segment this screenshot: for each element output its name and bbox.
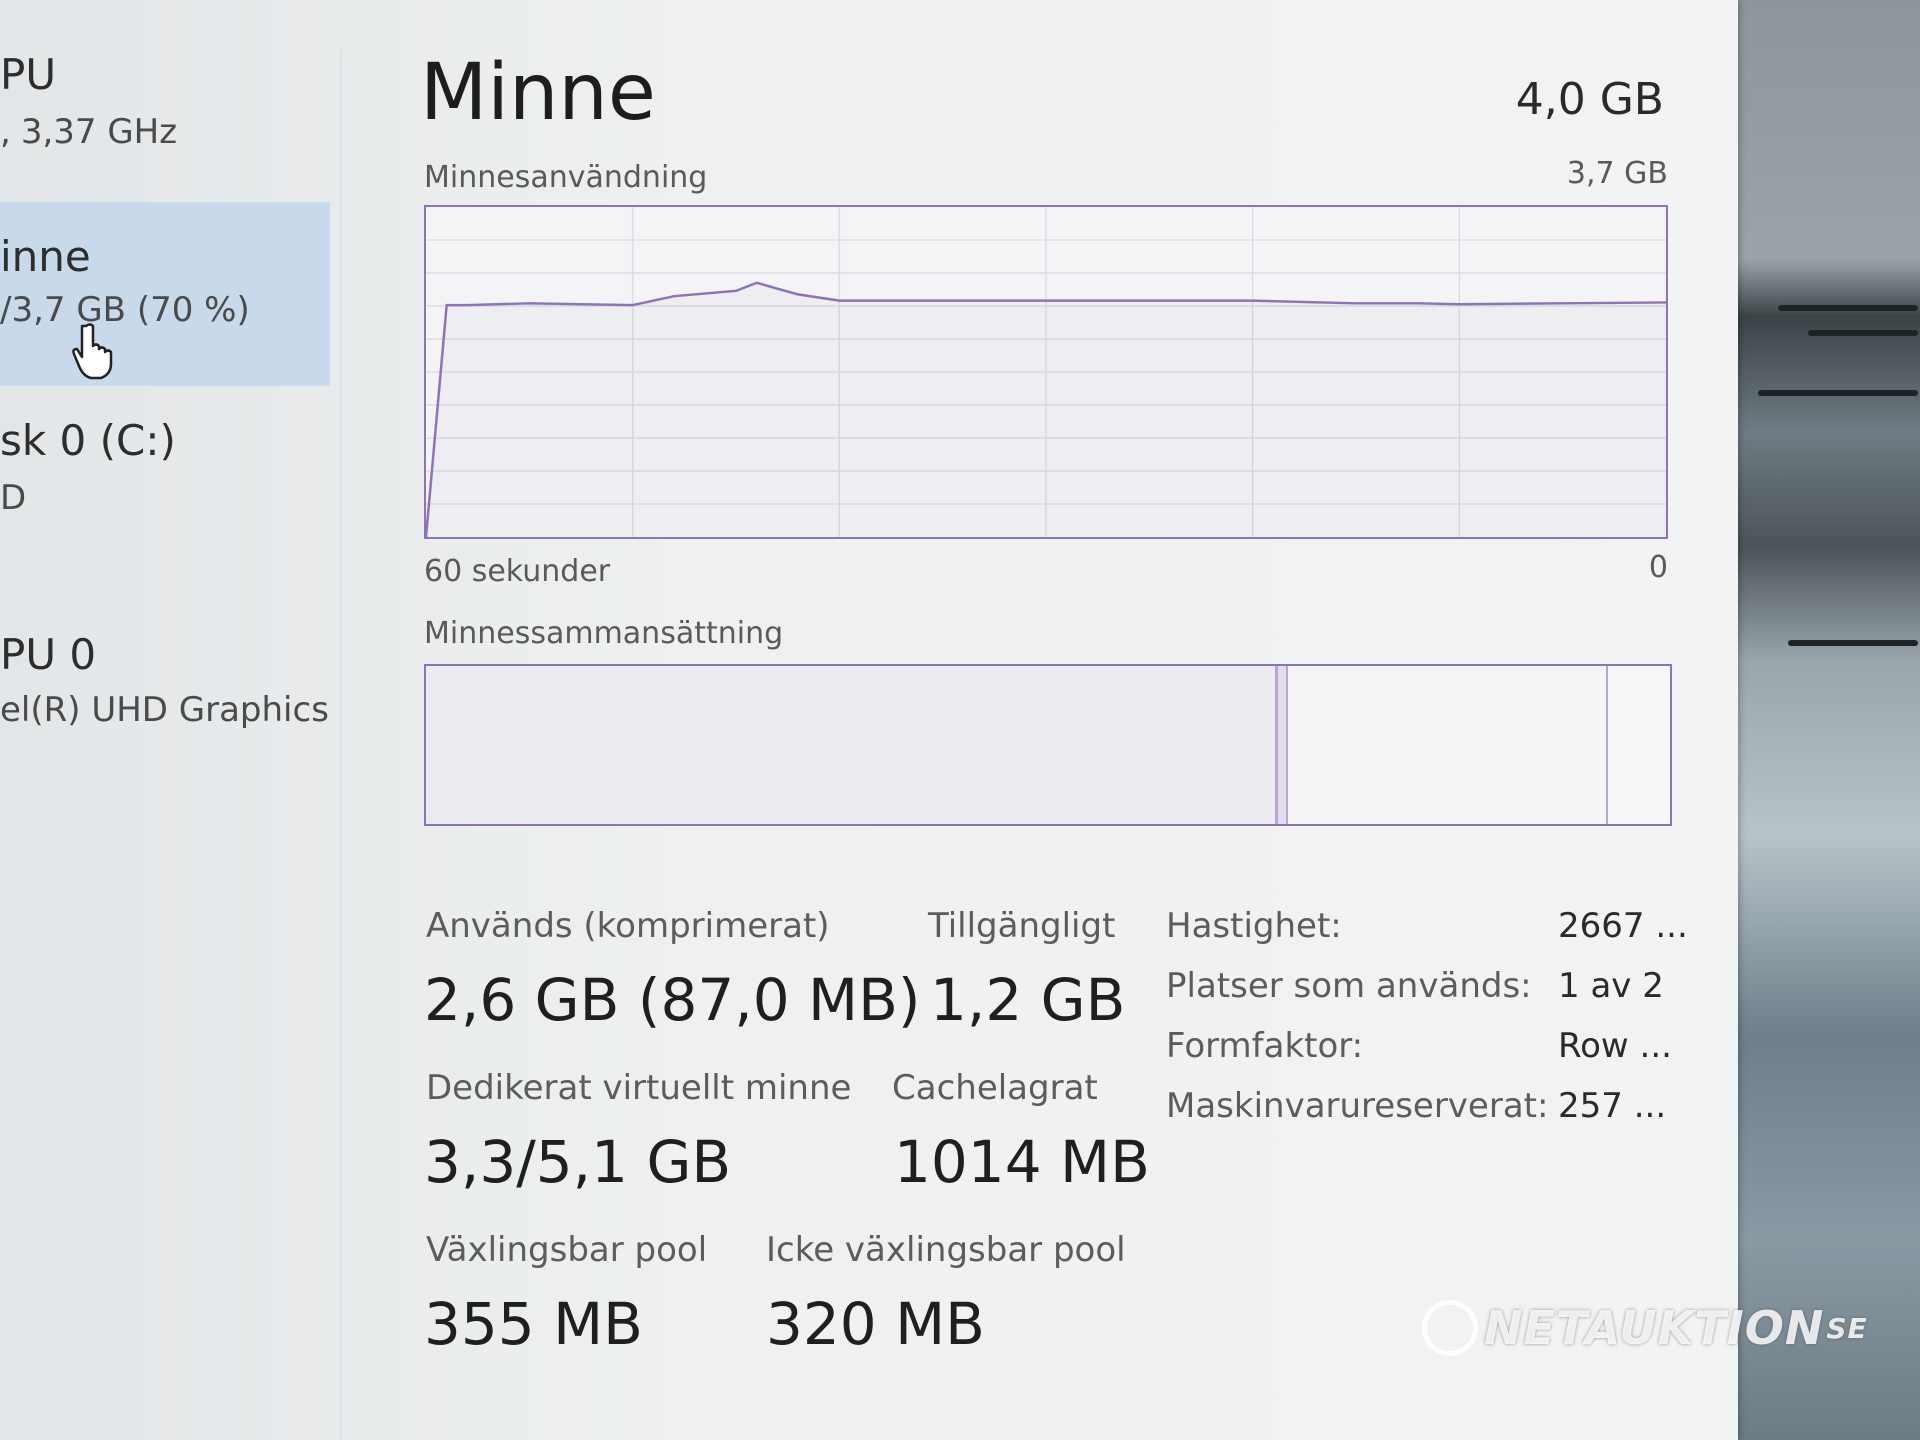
sidebar-item-subtitle: el(R) UHD Graphics — [0, 690, 329, 730]
committed-value: 3,3/5,1 GB — [424, 1128, 732, 1196]
hammer-logo-icon — [1422, 1300, 1478, 1356]
sidebar-item-title: inne — [0, 232, 91, 281]
usage-graph-max-label: 3,7 GB — [1566, 156, 1668, 191]
sidebar-item-subtitle: D — [0, 478, 27, 518]
hand-cursor-icon — [72, 323, 113, 380]
sidebar-item-cpu[interactable]: PU , 3,37 GHz — [0, 40, 330, 160]
watermark-logo: NETAUKTION SE — [1422, 1296, 1868, 1360]
usage-graph-label: Minnesanvändning — [424, 160, 708, 195]
composition-modified-segment[interactable] — [1278, 666, 1288, 824]
memory-usage-chart — [426, 207, 1666, 537]
sidebar-item-subtitle: , 3,37 GHz — [0, 112, 178, 152]
paged-pool-label: Växlingsbar pool — [426, 1230, 708, 1270]
cached-value: 1014 MB — [894, 1128, 1150, 1196]
usage-data-point — [755, 282, 758, 284]
usage-data-point — [797, 293, 799, 296]
desktop-wallpaper — [1738, 0, 1920, 1440]
sidebar-divider — [340, 50, 342, 1440]
composition-free-segment[interactable] — [1608, 666, 1670, 824]
nonpaged-pool-label: Icke växlingsbar pool — [766, 1230, 1126, 1270]
usage-data-point — [466, 304, 469, 306]
sidebar-item-title: PU 0 — [0, 630, 97, 679]
sidebar-item-title: PU — [0, 50, 57, 99]
composition-standby-segment[interactable] — [1288, 666, 1608, 824]
time-axis-left-label: 60 sekunder — [424, 554, 611, 589]
usage-data-point — [735, 290, 737, 292]
hardware-reserved-value: 257 ... — [1558, 1086, 1667, 1126]
slots-used-value: 1 av 2 — [1558, 966, 1664, 1006]
usage-data-point — [631, 304, 634, 306]
memory-composition-bar — [424, 664, 1672, 826]
committed-label: Dedikerat virtuellt minne — [426, 1068, 852, 1108]
nonpaged-pool-value: 320 MB — [766, 1290, 985, 1358]
usage-data-point — [941, 299, 944, 302]
form-factor-label: Formfaktor: — [1166, 1026, 1364, 1066]
sidebar-item-gpu[interactable]: PU 0 el(R) UHD Graphics — [0, 620, 330, 780]
sidebar-item-title: sk 0 (C:) — [0, 416, 176, 465]
usage-data-point — [1251, 299, 1254, 302]
usage-data-point — [1561, 302, 1564, 305]
composition-label: Minnessammansättning — [424, 616, 784, 651]
speed-label: Hastighet: — [1166, 906, 1342, 946]
watermark-brand: NETAUKTION — [1484, 1301, 1825, 1355]
usage-data-point — [1045, 299, 1047, 302]
usage-data-point — [838, 299, 841, 302]
usage-data-point — [445, 304, 448, 306]
usage-data-point — [1355, 302, 1357, 305]
usage-data-point — [673, 295, 675, 297]
used-label: Används (komprimerat) — [426, 906, 830, 946]
usage-data-point — [1148, 299, 1151, 302]
used-value: 2,6 GB (87,0 MB) — [424, 966, 921, 1034]
speed-value: 2667 ... — [1558, 906, 1688, 946]
paged-pool-value: 355 MB — [424, 1290, 643, 1358]
memory-panel: Minne 4,0 GB Minnesanvändning 3,7 GB 60 … — [420, 0, 1688, 1440]
total-memory: 4,0 GB — [1515, 74, 1664, 125]
page-title: Minne — [420, 48, 656, 138]
usage-data-point — [1458, 303, 1461, 306]
performance-sidebar: PU , 3,37 GHz inne /3,7 GB (70 %) sk 0 (C… — [0, 0, 340, 1440]
usage-area-fill — [426, 282, 1666, 537]
task-manager-window: PU , 3,37 GHz inne /3,7 GB (70 %) sk 0 (C… — [0, 0, 1738, 1440]
usage-data-point — [1417, 302, 1419, 305]
slots-used-label: Platser som används: — [1166, 966, 1532, 1006]
cached-label: Cachelagrat — [892, 1068, 1098, 1108]
watermark-tld: SE — [1826, 1311, 1868, 1345]
composition-in-use-segment[interactable] — [426, 666, 1278, 824]
time-axis-right-label: 0 — [1648, 550, 1668, 585]
usage-data-point — [528, 302, 531, 305]
sidebar-item-subtitle: /3,7 GB (70 %) — [0, 290, 250, 330]
sidebar-item-disk[interactable]: sk 0 (C:) D — [0, 410, 330, 570]
form-factor-value: Row ... — [1558, 1026, 1672, 1066]
available-label: Tillgängligt — [928, 906, 1116, 946]
hardware-reserved-label: Maskinvarureserverat: — [1166, 1086, 1549, 1126]
sidebar-item-memory[interactable]: inne /3,7 GB (70 %) — [0, 202, 330, 386]
memory-usage-graph — [424, 205, 1668, 539]
available-value: 1,2 GB — [930, 966, 1126, 1034]
